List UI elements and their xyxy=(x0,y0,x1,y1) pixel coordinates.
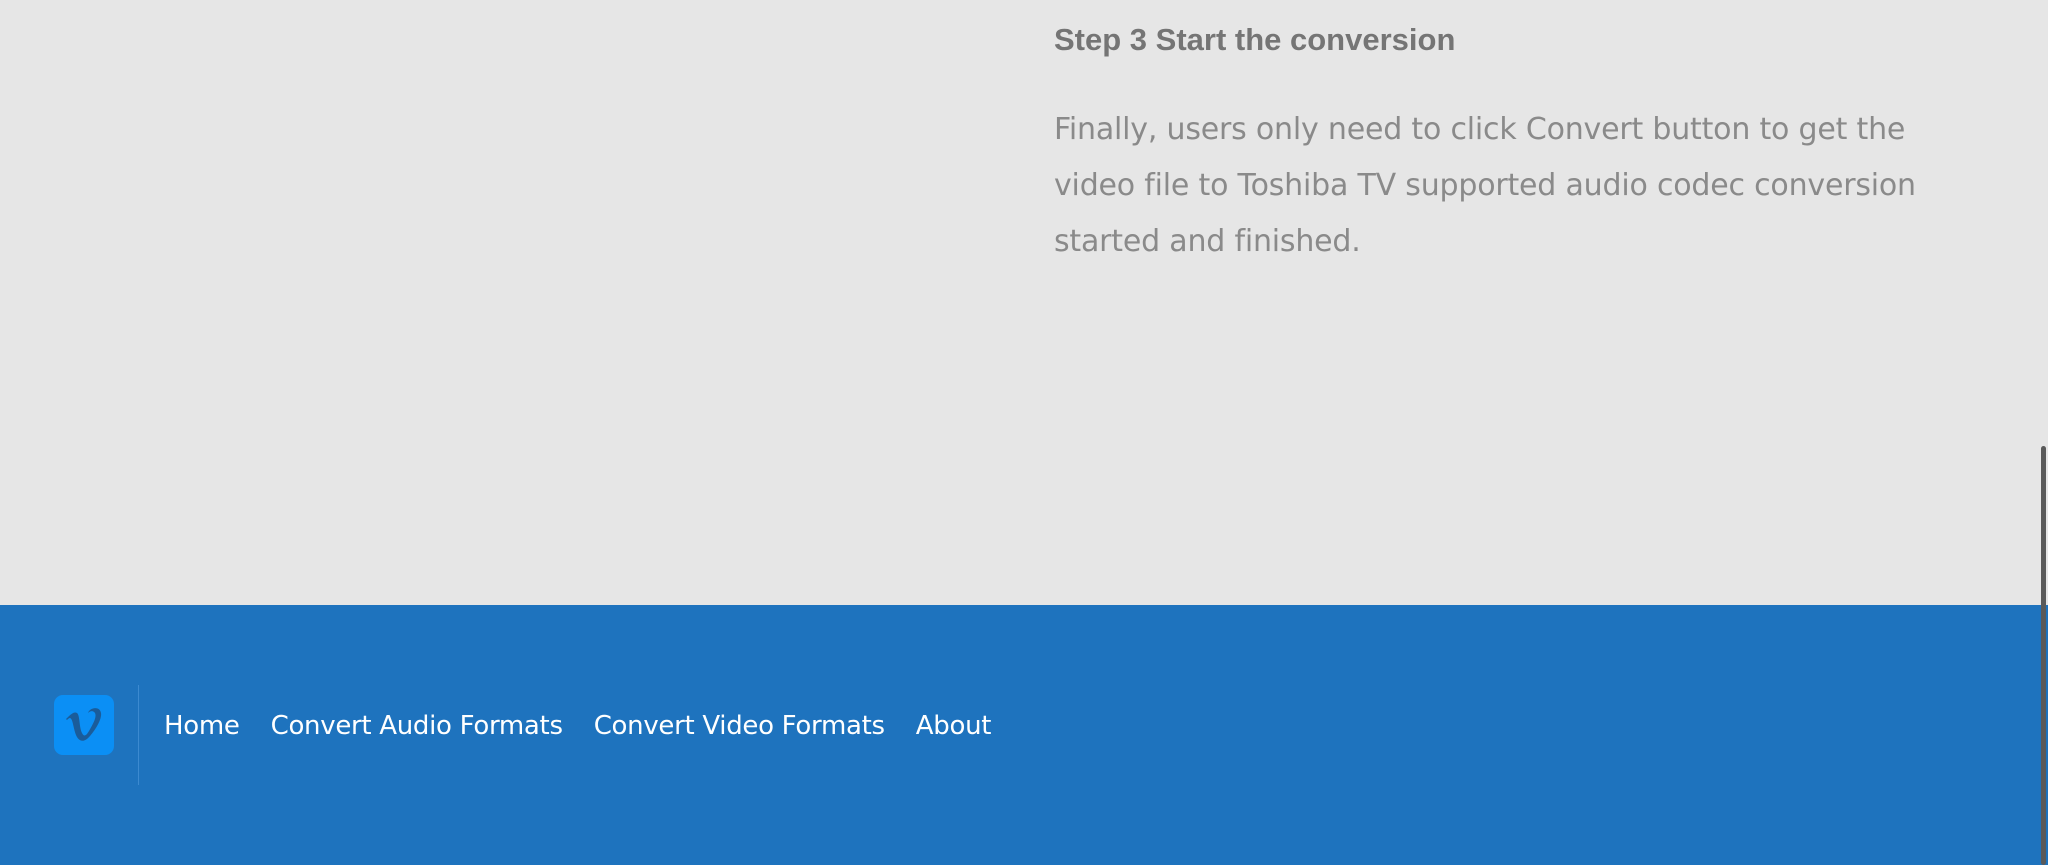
step-description: Finally, users only need to click Conver… xyxy=(1054,112,1916,259)
footer-link-home[interactable]: Home xyxy=(164,705,240,747)
footer-link-about[interactable]: About xyxy=(916,705,992,747)
footer-nav: Home Convert Audio Formats Convert Video… xyxy=(164,705,991,747)
step-title: Step 3 Start the conversion xyxy=(1054,22,1456,57)
vimeo-icon[interactable] xyxy=(54,695,114,755)
site-footer: Home Convert Audio Formats Convert Video… xyxy=(0,605,2048,865)
footer-divider xyxy=(138,685,139,785)
article-content: Step 3 Start the conversion Finally, use… xyxy=(1054,18,1994,270)
scrollbar-thumb[interactable] xyxy=(2041,446,2046,865)
footer-link-convert-video-formats[interactable]: Convert Video Formats xyxy=(594,705,885,747)
scrollbar[interactable] xyxy=(2040,0,2048,865)
footer-link-convert-audio-formats[interactable]: Convert Audio Formats xyxy=(271,705,563,747)
vimeo-logo-glyph xyxy=(66,708,102,741)
page: Step 3 Start the conversion Finally, use… xyxy=(0,0,2048,865)
